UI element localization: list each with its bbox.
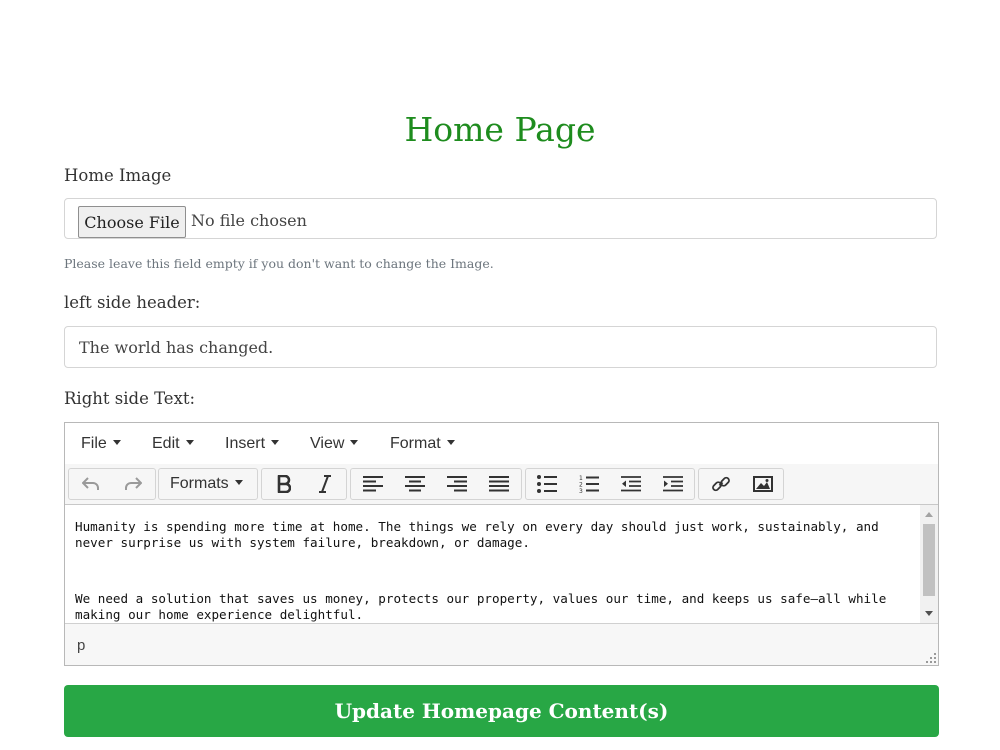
caret-down-icon xyxy=(271,440,280,445)
editor-paragraph: Humanity is spending more time at home. … xyxy=(75,519,879,550)
left-header-input[interactable] xyxy=(64,326,937,368)
scroll-down-arrow-icon[interactable] xyxy=(925,611,933,616)
right-text-label: Right side Text: xyxy=(64,389,196,408)
caret-down-icon xyxy=(185,440,194,445)
history-group xyxy=(68,468,156,500)
redo-icon xyxy=(125,477,142,490)
numbered-list-icon: 123 xyxy=(579,475,599,493)
link-button[interactable] xyxy=(701,469,741,499)
list-group: 123 xyxy=(525,468,695,500)
left-header-label: left side header: xyxy=(64,293,201,312)
italic-icon xyxy=(319,475,331,493)
choose-file-button[interactable]: Choose File xyxy=(78,206,186,238)
editor-statusbar: p xyxy=(65,623,938,665)
editor-paragraph: We need a solution that saves us money, … xyxy=(75,591,887,622)
editor-toolbar: Formats 1 2 3 xyxy=(65,464,938,505)
caret-down-icon xyxy=(234,480,243,485)
outdent-icon xyxy=(621,476,641,492)
home-image-label: Home Image xyxy=(64,166,172,185)
image-button[interactable] xyxy=(743,469,783,499)
menu-view[interactable]: View xyxy=(310,435,359,453)
redo-button[interactable] xyxy=(113,469,153,499)
rich-text-editor: File Edit Insert View Format Formats 1 2… xyxy=(64,422,939,666)
menu-edit[interactable]: Edit xyxy=(152,435,194,453)
align-justify-button[interactable] xyxy=(479,469,519,499)
scroll-up-arrow-icon[interactable] xyxy=(925,512,933,517)
element-path[interactable]: p xyxy=(77,637,85,654)
image-icon xyxy=(753,476,773,492)
align-right-icon xyxy=(447,476,467,492)
editor-menubar: File Edit Insert View Format xyxy=(65,423,938,465)
home-image-help-text: Please leave this field empty if you don… xyxy=(64,256,494,271)
link-icon xyxy=(712,476,730,492)
editor-scrollbar[interactable] xyxy=(920,505,938,623)
bold-button[interactable] xyxy=(264,469,304,499)
text-style-group xyxy=(261,468,347,500)
numbered-list-button[interactable]: 123 xyxy=(569,469,609,499)
align-right-button[interactable] xyxy=(437,469,477,499)
resize-handle-icon[interactable] xyxy=(926,653,936,663)
bullet-list-icon xyxy=(537,475,557,493)
page-title: Home Page xyxy=(404,110,596,149)
caret-down-icon xyxy=(350,440,359,445)
undo-icon xyxy=(82,477,99,490)
indent-button[interactable] xyxy=(653,469,693,499)
home-image-file-input[interactable]: Choose File No file chosen xyxy=(64,198,937,239)
editor-content[interactable]: Humanity is spending more time at home. … xyxy=(65,505,920,623)
scroll-thumb[interactable] xyxy=(923,524,935,596)
file-status-text: No file chosen xyxy=(191,211,307,230)
bold-icon xyxy=(277,475,291,493)
caret-down-icon xyxy=(112,440,121,445)
menu-insert[interactable]: Insert xyxy=(225,435,280,453)
formats-dropdown[interactable]: Formats xyxy=(158,468,258,500)
italic-button[interactable] xyxy=(305,469,345,499)
align-left-button[interactable] xyxy=(353,469,393,499)
menu-format[interactable]: Format xyxy=(390,435,455,453)
alignment-group xyxy=(350,468,522,500)
menu-file[interactable]: File xyxy=(81,435,121,453)
bullet-list-button[interactable] xyxy=(527,469,567,499)
align-center-button[interactable] xyxy=(395,469,435,499)
outdent-button[interactable] xyxy=(611,469,651,499)
align-center-icon xyxy=(405,476,425,492)
align-left-icon xyxy=(363,476,383,492)
insert-group xyxy=(698,468,784,500)
align-justify-icon xyxy=(489,476,509,492)
update-homepage-button[interactable]: Update Homepage Content(s) xyxy=(64,685,939,737)
indent-icon xyxy=(663,476,683,492)
caret-down-icon xyxy=(446,440,455,445)
undo-button[interactable] xyxy=(71,469,111,499)
svg-text:3: 3 xyxy=(579,488,583,493)
